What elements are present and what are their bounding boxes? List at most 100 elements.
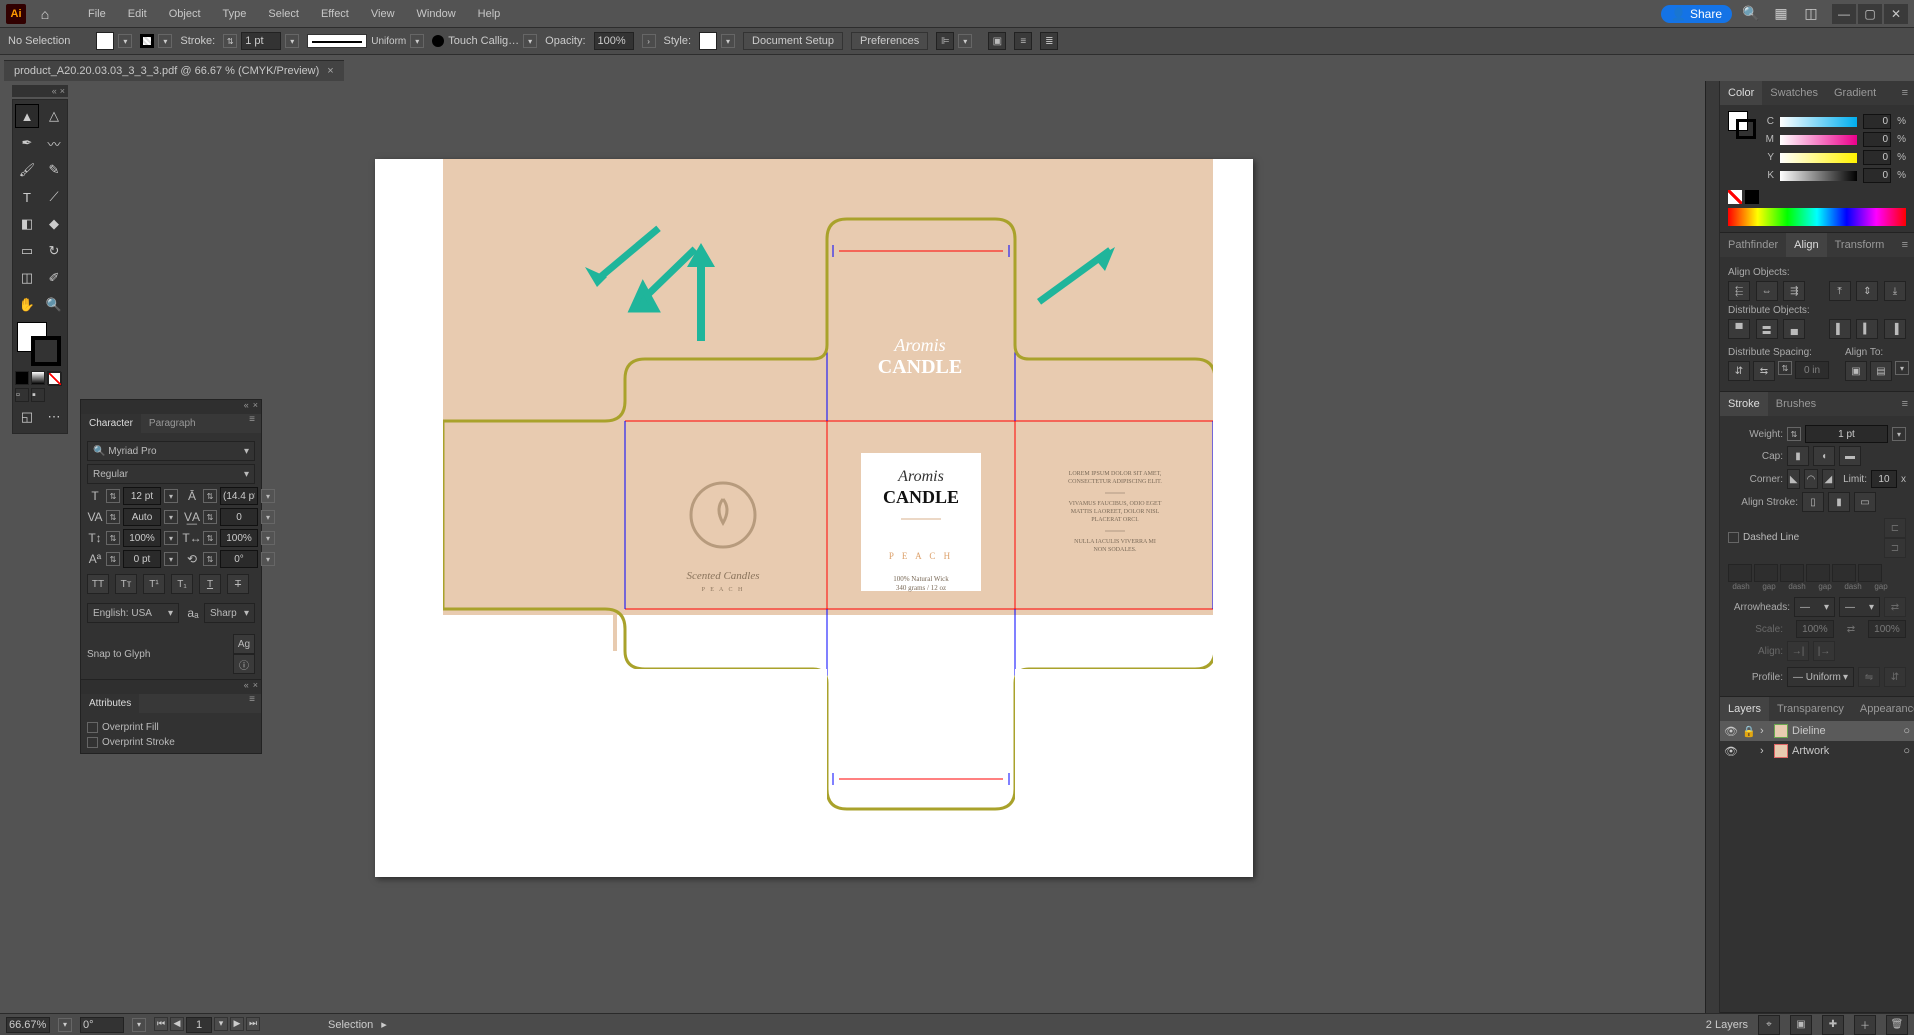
color-spectrum[interactable] xyxy=(1728,208,1906,226)
profile-dd[interactable]: — Uniform▾ xyxy=(1787,667,1854,687)
superscript-icon[interactable]: T¹ xyxy=(143,574,165,594)
corner-miter-icon[interactable]: ◣ xyxy=(1787,469,1800,489)
dist-right-icon[interactable]: ▐ xyxy=(1884,319,1906,339)
first-artboard-icon[interactable]: ⏮ xyxy=(154,1017,168,1031)
zoom-dd[interactable]: ▾ xyxy=(58,1018,72,1032)
align-right-icon[interactable]: ⇶ xyxy=(1783,281,1805,301)
draw-normal[interactable]: ▫ xyxy=(15,388,29,402)
tracking-input[interactable] xyxy=(220,508,258,526)
preferences-button[interactable]: Preferences xyxy=(851,32,928,50)
line-segment-tool[interactable]: ⟋ xyxy=(42,185,66,209)
collapse-icon[interactable]: « xyxy=(52,86,57,96)
cyan-input[interactable] xyxy=(1863,114,1891,129)
weight-stepper[interactable]: ⇅ xyxy=(1787,427,1801,441)
opacity-input[interactable] xyxy=(594,32,634,50)
align-to-selection-icon[interactable]: ▣ xyxy=(1845,361,1867,381)
subscript-icon[interactable]: T₁ xyxy=(171,574,193,594)
tab-color[interactable]: Color xyxy=(1720,81,1762,105)
menu-type[interactable]: Type xyxy=(213,0,257,27)
align-panel-icon[interactable]: ≡ xyxy=(1014,32,1032,50)
align-hcenter-icon[interactable]: ⇔ xyxy=(1756,281,1778,301)
minimize-button[interactable]: — xyxy=(1832,4,1856,24)
yellow-slider[interactable] xyxy=(1780,153,1857,163)
align-stroke-center-icon[interactable]: ▯ xyxy=(1802,492,1824,512)
direct-selection-tool[interactable]: △ xyxy=(42,104,66,128)
weight-dd[interactable]: ▾ xyxy=(1892,427,1906,441)
rotation-input[interactable] xyxy=(220,550,258,568)
artboard-dd[interactable]: ▾ xyxy=(214,1017,228,1031)
collapse-icon[interactable]: « xyxy=(244,680,249,694)
menu-file[interactable]: File xyxy=(78,0,116,27)
rotate-tool[interactable]: ↻ xyxy=(42,239,66,263)
collapsed-dock[interactable] xyxy=(1705,81,1719,1013)
yellow-input[interactable] xyxy=(1863,150,1891,165)
hand-tool[interactable]: ✋ xyxy=(15,293,39,317)
canvas[interactable]: Aromis CANDLE Aromis CANDLE P E A C H 10… xyxy=(70,81,1705,1013)
home-icon[interactable]: ⌂ xyxy=(34,3,56,25)
layer-row[interactable]: 👁 › Artwork ○ xyxy=(1720,741,1914,761)
curvature-tool[interactable]: 〰 xyxy=(42,131,66,155)
document-setup-button[interactable]: Document Setup xyxy=(743,32,843,50)
stroke-swatch-group[interactable]: ▾ xyxy=(140,34,172,48)
arrow-end-dd[interactable]: —▾ xyxy=(1839,597,1880,617)
smallcaps-icon[interactable]: Tᴛ xyxy=(115,574,137,594)
edit-toolbar[interactable]: ⋯ xyxy=(42,405,66,429)
tab-pathfinder[interactable]: Pathfinder xyxy=(1720,233,1786,257)
antialias-dd[interactable]: Sharp▾ xyxy=(204,603,255,623)
dist-vcenter-icon[interactable]: 〓 xyxy=(1756,319,1778,339)
make-clip-icon[interactable]: ▣ xyxy=(1790,1015,1812,1035)
menu-edit[interactable]: Edit xyxy=(118,0,157,27)
black-slider[interactable] xyxy=(1780,171,1857,181)
panel-menu-icon[interactable]: ≣ xyxy=(1040,32,1058,50)
align-top-icon[interactable]: ⤒ xyxy=(1829,281,1851,301)
stroke-proxy[interactable] xyxy=(1736,119,1756,139)
close-icon[interactable]: × xyxy=(253,680,258,694)
visibility-icon[interactable]: 👁 xyxy=(1724,745,1738,758)
graphic-style[interactable]: ▾ xyxy=(699,32,735,50)
stroke-weight-input[interactable] xyxy=(1805,425,1888,443)
visibility-icon[interactable]: 👁 xyxy=(1724,725,1738,738)
font-family-dd[interactable]: 🔍 Myriad Pro▾ xyxy=(87,441,255,461)
zoom-input[interactable] xyxy=(6,1017,50,1033)
panel-menu-icon[interactable]: ≡ xyxy=(243,414,261,433)
panel-menu-icon[interactable]: ≡ xyxy=(1896,239,1914,251)
tab-close-icon[interactable]: × xyxy=(327,65,333,77)
black-input[interactable] xyxy=(1863,168,1891,183)
dist-space-h-icon[interactable]: ⇆ xyxy=(1753,361,1775,381)
gradient-mode[interactable] xyxy=(31,371,45,385)
close-button[interactable]: ✕ xyxy=(1884,4,1908,24)
collapse-icon[interactable]: « xyxy=(244,400,249,414)
layer-row[interactable]: 👁 🔒 › Dieline ○ xyxy=(1720,721,1914,741)
menu-window[interactable]: Window xyxy=(407,0,466,27)
arrow-start-dd[interactable]: —▾ xyxy=(1794,597,1835,617)
panel-menu-icon[interactable]: ≡ xyxy=(243,694,261,713)
corner-bevel-icon[interactable]: ◢ xyxy=(1822,469,1835,489)
menu-help[interactable]: Help xyxy=(468,0,511,27)
tab-align[interactable]: Align xyxy=(1786,233,1826,257)
vscale-input[interactable] xyxy=(123,529,161,547)
tab-character[interactable]: Character xyxy=(81,414,141,433)
dist-left-icon[interactable]: ▌ xyxy=(1829,319,1851,339)
cap-projecting-icon[interactable]: ▬ xyxy=(1839,446,1861,466)
overprint-fill-checkbox[interactable] xyxy=(87,722,98,733)
tab-brushes[interactable]: Brushes xyxy=(1768,392,1824,416)
overprint-stroke-checkbox[interactable] xyxy=(87,737,98,748)
snap-glyph-icon[interactable]: Ag xyxy=(233,634,255,654)
stroke-weight-input[interactable] xyxy=(241,32,281,50)
rotate-input[interactable] xyxy=(80,1017,124,1033)
align-bottom-icon[interactable]: ⤓ xyxy=(1884,281,1906,301)
magenta-input[interactable] xyxy=(1863,132,1891,147)
paintbrush-tool[interactable]: 🖌 xyxy=(15,158,39,182)
stroke-dd[interactable]: ▾ xyxy=(285,34,299,48)
dist-hcenter-icon[interactable]: ▍ xyxy=(1856,319,1878,339)
pen-tool[interactable]: ✒ xyxy=(15,131,39,155)
color-mode-normal[interactable] xyxy=(15,371,29,385)
zoom-tool[interactable]: 🔍 xyxy=(42,293,66,317)
dist-bottom-icon[interactable]: ▄ xyxy=(1783,319,1805,339)
align-stroke-outside-icon[interactable]: ▭ xyxy=(1854,492,1876,512)
tab-appearance[interactable]: Appearance xyxy=(1852,697,1914,721)
language-dd[interactable]: English: USA▾ xyxy=(87,603,179,623)
artboard-index-input[interactable] xyxy=(186,1017,212,1033)
glyph-info-icon[interactable]: ⓘ xyxy=(233,654,255,674)
tab-stroke[interactable]: Stroke xyxy=(1720,392,1768,416)
